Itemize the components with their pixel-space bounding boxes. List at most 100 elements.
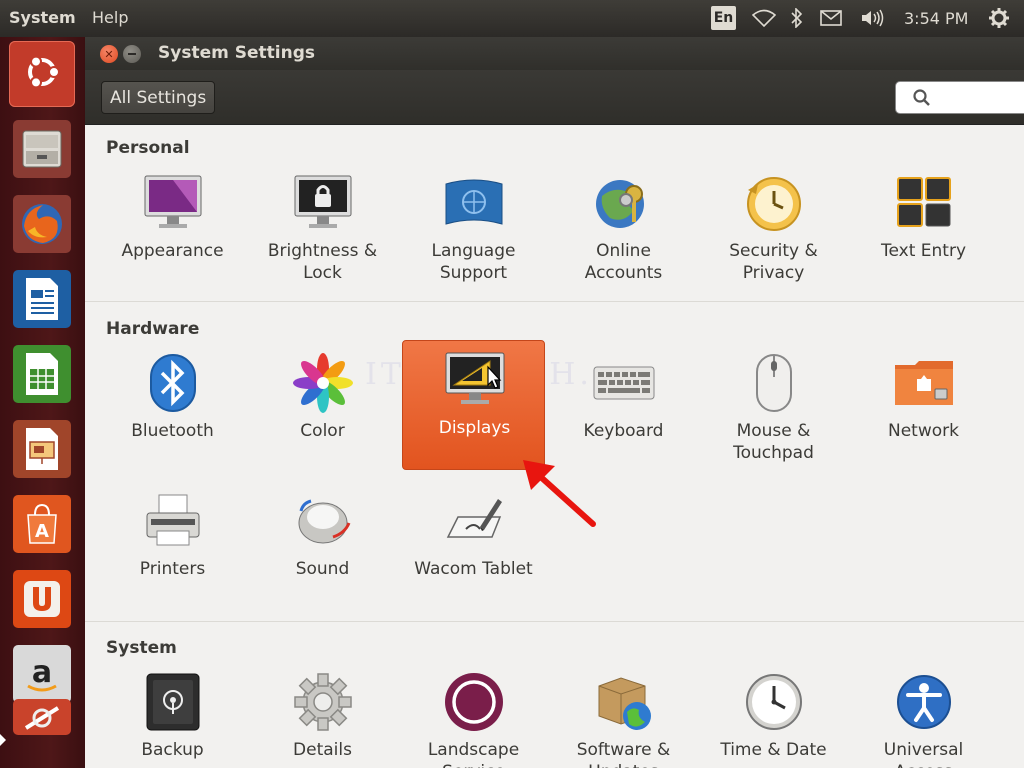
- window-toolbar: All Settings: [85, 70, 1024, 125]
- launcher-ubuntu-one[interactable]: [9, 566, 75, 632]
- backup-safe-icon: [142, 671, 204, 733]
- settings-item-details[interactable]: Details: [251, 667, 394, 768]
- svg-text:A: A: [35, 521, 49, 542]
- settings-item-online-accounts[interactable]: Online Accounts: [552, 168, 695, 296]
- lock-monitor-icon: [292, 172, 354, 234]
- ubuntu-one-icon: [13, 570, 71, 628]
- impress-presentation-icon: [13, 420, 71, 478]
- bluetooth-icon[interactable]: [788, 6, 806, 30]
- settings-item-label: Backup: [141, 740, 204, 760]
- settings-item-time-date[interactable]: Time & Date: [702, 667, 845, 768]
- search-input[interactable]: [895, 81, 1024, 114]
- color-flower-icon: [292, 352, 354, 414]
- clock-icon: [743, 671, 805, 733]
- menu-system[interactable]: System: [9, 8, 76, 27]
- close-button[interactable]: ✕: [100, 45, 118, 63]
- settings-item-appearance[interactable]: Appearance: [101, 168, 244, 296]
- software-box-globe-icon: [593, 671, 655, 733]
- mail-icon[interactable]: [818, 6, 844, 30]
- settings-item-bluetooth[interactable]: Bluetooth: [101, 348, 244, 476]
- landscape-circle-icon: [443, 671, 505, 733]
- settings-item-universal-access[interactable]: Universal Access: [852, 667, 995, 768]
- launcher-system-settings[interactable]: [9, 697, 75, 737]
- appearance-monitor-icon: [142, 172, 204, 234]
- top-panel: System Help En 3:54 PM: [0, 0, 1024, 37]
- language-flag-icon: [443, 172, 505, 234]
- keyboard-icon: [593, 352, 655, 414]
- settings-item-software-updates[interactable]: Software & Updates: [552, 667, 695, 768]
- settings-item-mouse-touchpad[interactable]: Mouse & Touchpad: [702, 348, 845, 476]
- wacom-tablet-icon: [443, 490, 505, 552]
- settings-item-printers[interactable]: Printers: [101, 486, 244, 614]
- settings-item-label: Time & Date: [720, 740, 827, 760]
- launcher: A a: [0, 37, 85, 768]
- network-wireless-icon[interactable]: [751, 6, 777, 30]
- settings-item-sound[interactable]: Sound: [251, 486, 394, 614]
- universal-access-icon: [893, 671, 955, 733]
- settings-item-network[interactable]: Network: [852, 348, 995, 476]
- settings-item-color[interactable]: Color: [251, 348, 394, 476]
- clock[interactable]: 3:54 PM: [904, 9, 968, 28]
- bluetooth-icon: [142, 352, 204, 414]
- all-settings-button[interactable]: All Settings: [101, 81, 216, 114]
- launcher-calc[interactable]: [9, 341, 75, 407]
- settings-item-label: Online Accounts: [584, 241, 663, 283]
- settings-item-label: Wacom Tablet: [414, 559, 533, 579]
- settings-content: IT ... His H... Personal Appearance Brig…: [85, 125, 1024, 768]
- settings-item-security-privacy[interactable]: Security & Privacy: [702, 168, 845, 296]
- close-icon: ✕: [104, 47, 114, 61]
- displays-monitor-icon: [444, 349, 506, 411]
- online-accounts-keys-icon: [593, 172, 655, 234]
- shopping-bag-icon: A: [13, 495, 71, 553]
- sound-speaker-icon: [292, 490, 354, 552]
- launcher-writer[interactable]: [9, 266, 75, 332]
- text-entry-keys-icon: [893, 172, 955, 234]
- minimize-button[interactable]: [123, 45, 141, 63]
- settings-icon: [13, 699, 71, 735]
- section-divider: [85, 621, 1024, 622]
- settings-item-label: Displays: [438, 418, 511, 438]
- session-gear-icon[interactable]: [987, 6, 1011, 30]
- launcher-software-center[interactable]: A: [9, 491, 75, 557]
- amazon-icon: a: [13, 645, 71, 703]
- settings-item-text-entry[interactable]: Text Entry: [852, 168, 995, 296]
- launcher-impress[interactable]: [9, 416, 75, 482]
- settings-item-label: Network: [888, 421, 959, 441]
- settings-item-label: Bluetooth: [131, 421, 214, 441]
- settings-item-label: Details: [293, 740, 352, 760]
- settings-item-label: Printers: [139, 559, 206, 579]
- section-title-personal: Personal: [106, 138, 190, 158]
- settings-item-label: Universal Access: [883, 740, 964, 768]
- launcher-files[interactable]: [9, 116, 75, 182]
- settings-item-label: Brightness & Lock: [267, 241, 378, 283]
- settings-item-label: Color: [300, 421, 345, 441]
- ubuntu-logo-icon: [22, 52, 62, 96]
- launcher-firefox[interactable]: [9, 191, 75, 257]
- system-settings-window: ✕ System Settings All Settings IT ... Hi…: [85, 37, 1024, 768]
- keyboard-layout-indicator[interactable]: En: [711, 6, 736, 30]
- settings-item-label: Text Entry: [880, 241, 967, 261]
- window-title: System Settings: [158, 43, 315, 63]
- minimize-icon: [128, 53, 136, 55]
- mouse-icon: [743, 352, 805, 414]
- settings-item-landscape-service[interactable]: Landscape Service: [402, 667, 545, 768]
- settings-item-label: Landscape Service: [427, 740, 520, 768]
- settings-item-brightness-lock[interactable]: Brightness & Lock: [251, 168, 394, 296]
- annotation-arrow: [523, 460, 596, 527]
- settings-item-backup[interactable]: Backup: [101, 667, 244, 768]
- settings-item-label: Mouse & Touchpad: [733, 421, 814, 463]
- settings-item-label: Keyboard: [583, 421, 664, 441]
- menu-help[interactable]: Help: [92, 8, 128, 27]
- settings-item-label: Software & Updates: [576, 740, 671, 768]
- details-gear-icon: [292, 671, 354, 733]
- settings-item-label: Sound: [295, 559, 350, 579]
- launcher-active-indicator: [0, 734, 6, 746]
- volume-icon[interactable]: [858, 6, 888, 30]
- section-title-hardware: Hardware: [106, 319, 200, 339]
- network-folder-icon: [893, 352, 955, 414]
- settings-item-displays[interactable]: Displays: [402, 340, 545, 470]
- firefox-icon: [13, 195, 71, 253]
- security-clock-icon: [743, 172, 805, 234]
- launcher-ubuntu-dash[interactable]: [9, 41, 75, 107]
- settings-item-language-support[interactable]: Language Support: [402, 168, 545, 296]
